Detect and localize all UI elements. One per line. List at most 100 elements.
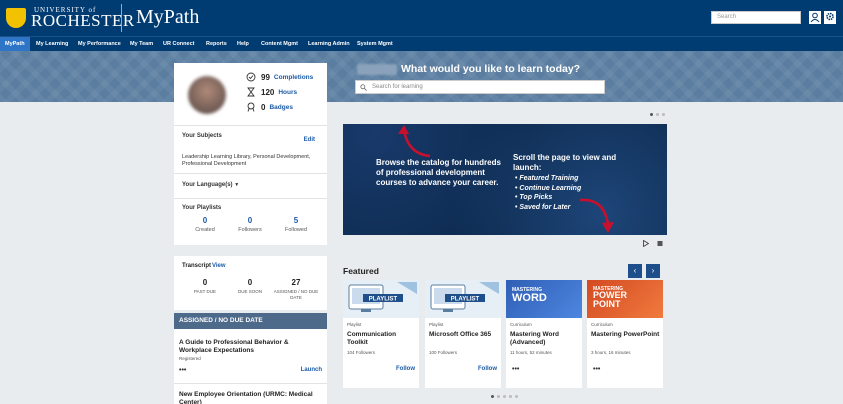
card-meta: 3 hours, 16 minutes — [591, 350, 631, 355]
featured-dot-5[interactable] — [515, 395, 518, 398]
featured-card[interactable]: PLAYLIST Playlist Communication Toolkit … — [343, 280, 419, 388]
subjects-list: Leadership Learning Library, Personal De… — [182, 154, 311, 167]
arrow-up-icon — [398, 125, 431, 158]
languages-dropdown[interactable]: Your Language(s) ▼ — [182, 182, 239, 188]
nav-my-performance[interactable]: My Performance — [73, 37, 126, 52]
featured-card[interactable]: MASTERING WORD Curriculum Mastering Word… — [506, 280, 582, 388]
more-options-button[interactable]: ••• — [593, 366, 600, 373]
completions-stat[interactable]: 99 Completions — [246, 72, 313, 82]
nav-my-learning[interactable]: My Learning — [31, 37, 73, 52]
card-type: Playlist — [429, 322, 444, 327]
featured-thumbnail[interactable]: PLAYLIST — [425, 280, 501, 318]
badges-stat[interactable]: 0 Badges — [246, 102, 293, 112]
nav-ur-connect[interactable]: UR Connect — [158, 37, 199, 52]
card-type: Curriculum — [510, 322, 532, 327]
playlist-thumbnail-text: PLAYLIST — [451, 297, 480, 303]
assigned-item-title[interactable]: A Guide to Professional Behavior & Workp… — [179, 339, 319, 355]
logo-divider — [121, 4, 122, 32]
playlist-thumbnail-icon: PLAYLIST — [425, 280, 501, 318]
assigned-count: 27 — [291, 278, 301, 287]
card-title[interactable]: Mastering Word (Advanced) — [510, 331, 580, 347]
completions-count: 99 — [261, 72, 270, 82]
playlists-followers[interactable]: 0 Followers — [230, 216, 270, 233]
assigned-label: ASSIGNED / NO DUE DATE — [273, 289, 319, 300]
gear-icon — [826, 12, 834, 21]
logo-rochester[interactable]: ROCHESTER — [31, 11, 135, 31]
playlist-thumbnail-text: PLAYLIST — [369, 297, 398, 303]
main-nav: MyPath My Learning My Performance My Tea… — [0, 36, 843, 52]
past-due-label: PAST DUE — [193, 289, 217, 294]
redacted-user-name — [357, 64, 397, 75]
subjects-label: Your Subjects — [182, 133, 222, 139]
play-icon[interactable] — [643, 240, 649, 247]
user-menu-button[interactable] — [809, 11, 821, 24]
playlist-thumbnail-icon: PLAYLIST — [343, 280, 419, 318]
more-options-button[interactable]: ••• — [512, 366, 519, 373]
nav-mypath[interactable]: MyPath — [0, 37, 30, 52]
transcript-view-link[interactable]: View — [212, 263, 226, 269]
transcript-assigned[interactable]: 27 ASSIGNED / NO DUE DATE — [271, 278, 321, 301]
learning-search-input[interactable]: Search for learning — [355, 80, 605, 94]
user-icon — [810, 12, 820, 23]
badges-label[interactable]: Badges — [269, 104, 292, 111]
transcript-past-due[interactable]: 0 PAST DUE — [180, 278, 230, 295]
featured-dot-2[interactable] — [497, 395, 500, 398]
featured-next-button[interactable]: › — [646, 264, 660, 278]
card-title[interactable]: Communication Toolkit — [347, 331, 417, 347]
playlists-followed[interactable]: 5 Followed — [276, 216, 316, 233]
past-due-count: 0 — [202, 278, 208, 287]
divider — [174, 383, 327, 384]
playlists-followed-label: Followed — [284, 227, 307, 233]
due-soon-count: 0 — [247, 278, 253, 287]
transcript-card: Transcript View 0 PAST DUE 0 DUE SOON 27… — [174, 256, 327, 310]
card-title[interactable]: Mastering PowerPoint — [591, 331, 661, 339]
more-options-button[interactable]: ••• — [179, 367, 186, 374]
profile-card: 99 Completions 120 Hours 0 Badges Your S… — [174, 63, 327, 245]
follow-button[interactable]: Follow — [478, 366, 497, 372]
hero-title: What would you like to learn today? — [401, 63, 581, 75]
carousel-dot-3[interactable] — [662, 113, 665, 116]
featured-prev-button[interactable]: ‹ — [628, 264, 642, 278]
card-type: Playlist — [347, 322, 362, 327]
hours-label[interactable]: Hours — [278, 89, 297, 96]
carousel-dot-2[interactable] — [656, 113, 659, 116]
pause-icon[interactable] — [657, 240, 663, 247]
nav-system-mgmt[interactable]: System Mgmt — [352, 37, 398, 52]
nav-learning-admin[interactable]: Learning Admin — [303, 37, 355, 52]
badge-icon — [247, 102, 255, 112]
featured-thumbnail[interactable]: MASTERING WORD — [506, 280, 582, 318]
app-name[interactable]: MyPath — [136, 6, 199, 29]
nav-help[interactable]: Help — [232, 37, 254, 52]
featured-dot-3[interactable] — [503, 395, 506, 398]
avatar[interactable] — [188, 76, 226, 114]
featured-dot-1[interactable] — [491, 395, 494, 398]
featured-dot-4[interactable] — [509, 395, 512, 398]
settings-button[interactable] — [824, 11, 836, 24]
featured-card[interactable]: PLAYLIST Playlist Microsoft Office 365 1… — [425, 280, 501, 388]
due-soon-label: DUE SOON — [237, 289, 262, 294]
edit-subjects-link[interactable]: Edit — [304, 137, 315, 143]
divider — [174, 173, 327, 174]
card-title[interactable]: Microsoft Office 365 — [429, 331, 499, 339]
featured-card[interactable]: MASTERING POWER POINT Curriculum Masteri… — [587, 280, 663, 388]
completions-label[interactable]: Completions — [274, 74, 313, 81]
nav-reports[interactable]: Reports — [201, 37, 232, 52]
follow-button[interactable]: Follow — [396, 366, 415, 372]
playlists-created[interactable]: 0 Created — [185, 216, 225, 233]
featured-thumbnail[interactable]: MASTERING POWER POINT — [587, 280, 663, 318]
launch-button[interactable]: Launch — [301, 367, 322, 373]
university-shield-logo-icon[interactable] — [6, 8, 26, 28]
playlists-followed-count: 5 — [293, 216, 299, 225]
nav-my-team[interactable]: My Team — [125, 37, 158, 52]
carousel-dot-1[interactable] — [650, 113, 653, 116]
card-meta: 11 hours, 52 minutes — [510, 350, 552, 355]
global-search-input[interactable]: Search — [711, 11, 801, 24]
assigned-item-title[interactable]: New Employee Orientation (URMC: Medical … — [179, 391, 319, 404]
featured-thumbnail[interactable]: PLAYLIST — [343, 280, 419, 318]
nav-content-mgmt[interactable]: Content Mgmt — [256, 37, 303, 52]
assigned-item-status: Registered — [179, 356, 201, 361]
assigned-list: A Guide to Professional Behavior & Workp… — [174, 329, 327, 404]
hours-stat[interactable]: 120 Hours — [246, 87, 297, 97]
transcript-due-soon[interactable]: 0 DUE SOON — [225, 278, 275, 295]
search-icon — [360, 84, 367, 91]
